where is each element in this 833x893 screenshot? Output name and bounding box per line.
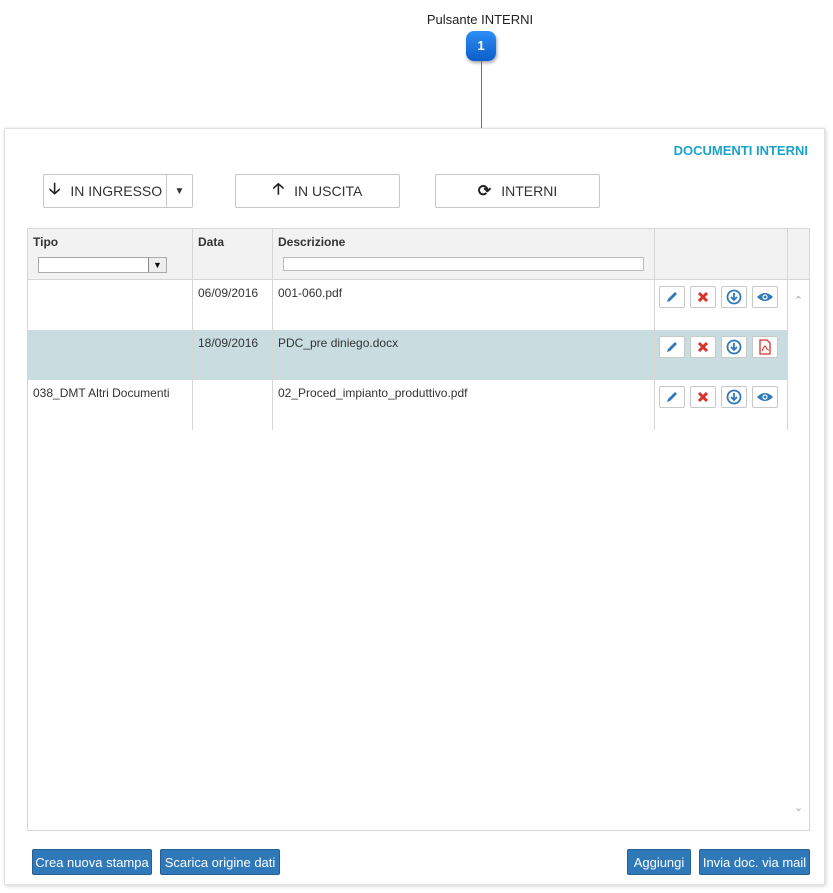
callout-label: Pulsante INTERNI (426, 12, 534, 27)
column-header-tipo[interactable]: Tipo ▼ (28, 229, 193, 279)
in-ingresso-button[interactable]: 🡣 IN INGRESSO (43, 174, 167, 208)
descrizione-filter-input[interactable] (283, 257, 644, 271)
scarica-origine-dati-button[interactable]: Scarica origine dati (160, 849, 280, 875)
eye-icon (757, 393, 773, 401)
download-button[interactable] (721, 386, 747, 408)
grid-scrollbar[interactable]: ⌃ ⌄ (788, 280, 809, 830)
delete-button[interactable] (690, 336, 716, 358)
panel-title: DOCUMENTI INTERNI (673, 143, 808, 158)
scroll-down-icon[interactable]: ⌄ (792, 801, 805, 814)
delete-icon (697, 291, 709, 303)
interni-label: INTERNI (501, 183, 558, 199)
crea-nuova-stampa-button[interactable]: Crea nuova stampa (32, 849, 152, 875)
column-header-descrizione[interactable]: Descrizione (273, 229, 655, 279)
cell-tipo (28, 280, 193, 330)
arrow-down-icon: 🡣 (48, 180, 61, 198)
edit-button[interactable] (659, 336, 685, 358)
edit-button[interactable] (659, 386, 685, 408)
cell-actions (655, 380, 788, 430)
arrow-up-icon: 🡡 (272, 180, 285, 198)
cell-descrizione: 02_Proced_impianto_produttivo.pdf (273, 380, 655, 430)
table-row[interactable]: 06/09/2016 001-060.pdf (28, 280, 788, 330)
tipo-filter-select[interactable]: ▼ (38, 257, 167, 273)
download-button[interactable] (721, 336, 747, 358)
caret-down-icon: ▼ (174, 185, 185, 197)
refresh-icon: ⟳ (477, 183, 492, 200)
in-ingresso-label: IN INGRESSO (70, 183, 163, 199)
table-row-selected[interactable]: 18/09/2016 PDC_pre diniego.docx (28, 330, 788, 380)
cell-tipo (28, 330, 193, 380)
scroll-up-icon[interactable]: ⌃ (792, 294, 805, 307)
convert-pdf-button[interactable] (752, 336, 778, 358)
delete-icon (697, 341, 709, 353)
cell-descrizione: 001-060.pdf (273, 280, 655, 330)
documents-panel: DOCUMENTI INTERNI 🡣 IN INGRESSO ▼ 🡡 IN U… (4, 128, 825, 885)
in-uscita-button[interactable]: 🡡 IN USCITA (235, 174, 400, 208)
eye-icon (757, 293, 773, 301)
download-button[interactable] (721, 286, 747, 308)
select-arrow-icon: ▼ (148, 258, 166, 272)
download-icon (726, 289, 742, 305)
delete-icon (697, 391, 709, 403)
cell-data: 18/09/2016 (193, 330, 273, 380)
delete-button[interactable] (690, 286, 716, 308)
cell-tipo: 038_DMT Altri Documenti (28, 380, 193, 430)
cell-actions (655, 280, 788, 330)
column-descrizione-label: Descrizione (278, 235, 346, 249)
preview-button[interactable] (752, 386, 778, 408)
grid-header: Tipo ▼ Data Descrizione (28, 229, 809, 280)
delete-button[interactable] (690, 386, 716, 408)
cell-descrizione: PDC_pre diniego.docx (273, 330, 655, 380)
interni-button[interactable]: ⟳ INTERNI (435, 174, 600, 208)
cell-data: 06/09/2016 (193, 280, 273, 330)
column-header-data[interactable]: Data (193, 229, 273, 279)
download-icon (726, 339, 742, 355)
column-tipo-label: Tipo (33, 235, 59, 249)
download-icon (726, 389, 742, 405)
pdf-icon (759, 339, 771, 355)
column-data-label: Data (198, 235, 225, 249)
table-row[interactable]: 038_DMT Altri Documenti 02_Proced_impian… (28, 380, 788, 430)
pencil-icon (667, 292, 677, 302)
edit-button[interactable] (659, 286, 685, 308)
column-header-actions (655, 229, 788, 279)
cell-actions (655, 330, 788, 380)
aggiungi-button[interactable]: Aggiungi (627, 849, 691, 875)
cell-data (193, 380, 273, 430)
invia-doc-mail-button[interactable]: Invia doc. via mail (699, 849, 810, 875)
pencil-icon (667, 342, 677, 352)
ingresso-dropdown-button[interactable]: ▼ (166, 174, 193, 208)
documents-grid: Tipo ▼ Data Descrizione 06/09/2016 001-0… (27, 228, 810, 831)
in-uscita-label: IN USCITA (294, 183, 363, 199)
pencil-icon (667, 392, 677, 402)
callout-badge: 1 (466, 31, 496, 61)
preview-button[interactable] (752, 286, 778, 308)
